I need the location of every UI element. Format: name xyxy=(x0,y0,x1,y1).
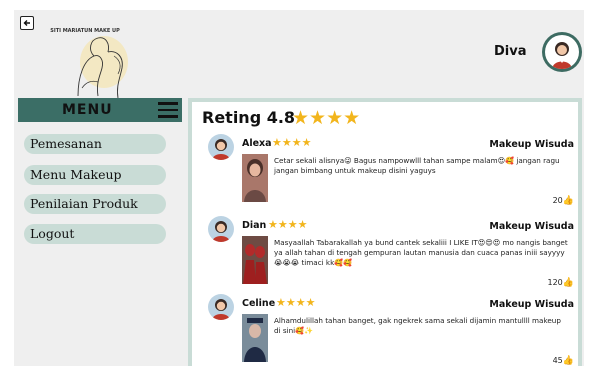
review-likes[interactable]: 120👍 xyxy=(548,278,575,288)
review-photo[interactable] xyxy=(242,154,268,202)
like-count: 20 xyxy=(552,196,563,205)
review-item: Dian ★★★★ Makeup Wisuda Masyaallah Tabar… xyxy=(208,216,574,294)
review-likes[interactable]: 45👍 xyxy=(553,356,574,366)
menu-header: MENU xyxy=(18,98,182,122)
review-photo[interactable] xyxy=(242,314,268,362)
reviewer-avatar xyxy=(208,294,234,320)
thumbs-up-icon[interactable]: 👍 xyxy=(563,196,574,206)
menu-title: MENU xyxy=(62,102,113,118)
review-text: Cetar sekali alisnya😜 Bagus nampowwlll t… xyxy=(274,156,560,175)
reviewer-name: Dian xyxy=(242,220,267,231)
rating-title: Reting 4.8 xyxy=(202,108,296,127)
menu-item-penilaian-produk[interactable]: Penilaian Produk xyxy=(24,194,166,214)
app-window: SITI MARIATUN MAKE UP Diva MENU Pemesana… xyxy=(14,10,584,366)
back-arrow-icon xyxy=(23,20,30,26)
sidebar: Pemesanan Menu Makeup Penilaian Produk L… xyxy=(18,122,182,366)
review-likes[interactable]: 20👍 xyxy=(553,196,574,206)
brand-logo: SITI MARIATUN MAKE UP xyxy=(42,16,162,102)
like-count: 120 xyxy=(547,278,563,287)
review-text: Alhamdulillah tahan banget, gak ngekrek … xyxy=(274,316,561,335)
review-category: Makeup Wisuda xyxy=(489,221,574,232)
hamburger-icon[interactable] xyxy=(158,102,178,118)
thumbs-up-icon[interactable]: 👍 xyxy=(563,278,574,288)
menu-item-menu-makeup[interactable]: Menu Makeup xyxy=(24,165,166,185)
review-stars: ★★★★ xyxy=(268,219,308,231)
reviews-panel[interactable]: Reting 4.8 ★★★★ Alexa ★★★★ Makeup Wisuda xyxy=(188,98,582,366)
review-item: Celine ★★★★ Makeup Wisuda Alhamdulillah … xyxy=(208,294,574,366)
thumbs-up-icon[interactable]: 👍 xyxy=(563,356,574,366)
review-stars: ★★★★ xyxy=(276,297,316,309)
back-button[interactable] xyxy=(20,16,34,30)
logo-text: SITI MARIATUN MAKE UP xyxy=(50,28,120,34)
review-photo[interactable] xyxy=(242,236,268,284)
like-count: 45 xyxy=(552,356,563,365)
user-avatar[interactable] xyxy=(542,32,582,72)
review-item: Alexa ★★★★ Makeup Wisuda Cetar sekali al… xyxy=(208,134,574,212)
reviewer-avatar xyxy=(208,216,234,242)
review-text: Masyaallah Tabarakallah ya bund cantek s… xyxy=(274,238,568,267)
rating-stars: ★★★★ xyxy=(292,108,361,129)
menu-item-logout[interactable]: Logout xyxy=(24,224,166,244)
reviewer-avatar xyxy=(208,134,234,160)
menu-item-pemesanan[interactable]: Pemesanan xyxy=(24,134,166,154)
reviewer-name: Celine xyxy=(242,298,276,309)
review-stars: ★★★★ xyxy=(272,137,312,149)
user-name: Diva xyxy=(494,44,527,59)
review-category: Makeup Wisuda xyxy=(489,299,574,310)
reviewer-name: Alexa xyxy=(242,138,272,149)
review-category: Makeup Wisuda xyxy=(489,139,574,150)
